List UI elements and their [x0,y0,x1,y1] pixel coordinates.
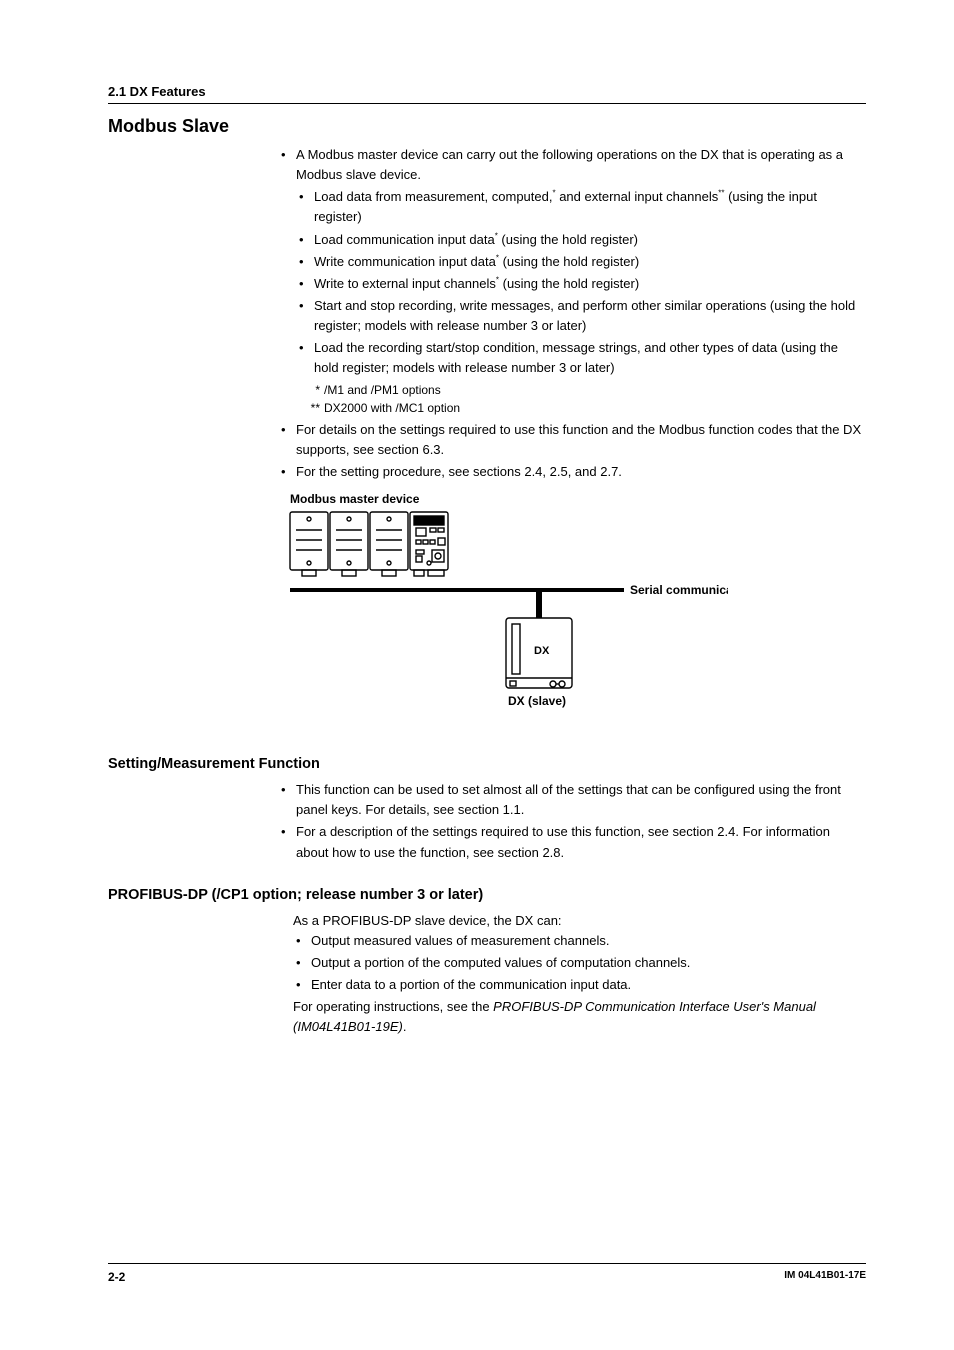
modbus-intro: A Modbus master device can carry out the… [278,145,866,418]
diagram-svg: Serial communication DX DX (slave) [288,510,728,735]
profibus-outro: For operating instructions, see the PROF… [293,997,866,1037]
doc-number: IM 04L41B01-17E [784,1270,866,1284]
heading-profibus: PROFIBUS-DP (/CP1 option; release number… [108,887,866,903]
serial-comm-label: Serial communication [630,583,728,597]
profibus-intro: As a PROFIBUS-DP slave device, the DX ca… [293,911,866,931]
profibus-list: Output measured values of measurement ch… [293,931,866,995]
header-block: 2.1 DX Features [108,84,866,104]
setting-item-1: This function can be used to set almost … [278,780,866,820]
modbus-top-list: A Modbus master device can carry out the… [278,145,866,482]
modbus-sub-1: Load data from measurement, computed,* a… [296,187,866,227]
profibus-item-1: Output measured values of measurement ch… [293,931,866,951]
setting-item-2: For a description of the settings requir… [278,822,866,862]
modbus-sub-3: Write communication input data* (using t… [296,252,866,272]
modbus-after-2: For the setting procedure, see sections … [278,462,866,482]
profibus-item-2: Output a portion of the computed values … [293,953,866,973]
heading-setting: Setting/Measurement Function [108,756,866,772]
modbus-footnotes: */M1 and /PM1 options **DX2000 with /MC1… [302,381,866,418]
modbus-after-1: For details on the settings required to … [278,420,866,460]
modbus-sub-list: Load data from measurement, computed,* a… [296,187,866,378]
diagram-master-label: Modbus master device [290,492,866,506]
header-rule [108,103,866,104]
dx-slave-label: DX (slave) [508,694,566,708]
modbus-sub-2: Load communication input data* (using th… [296,230,866,250]
modbus-sub-5: Start and stop recording, write messages… [296,296,866,336]
footnote-1: */M1 and /PM1 options [302,381,866,400]
modbus-content: A Modbus master device can carry out the… [278,145,866,482]
modbus-sub-6: Load the recording start/stop condition,… [296,338,866,378]
page: 2.1 DX Features Modbus Slave A Modbus ma… [0,0,954,1350]
footnote-2: **DX2000 with /MC1 option [302,399,866,418]
page-number: 2-2 [108,1270,125,1284]
modbus-intro-text: A Modbus master device can carry out the… [296,147,843,182]
footer-rule [108,1263,866,1264]
dx-box-label: DX [534,645,550,657]
setting-content: This function can be used to set almost … [278,780,866,863]
footer-row: 2-2 IM 04L41B01-17E [108,1270,866,1284]
footer: 2-2 IM 04L41B01-17E [108,1263,866,1284]
modbus-sub-4: Write to external input channels* (using… [296,274,866,294]
modbus-diagram: Modbus master device [288,492,866,740]
profibus-content: As a PROFIBUS-DP slave device, the DX ca… [293,911,866,1038]
heading-modbus-slave: Modbus Slave [108,116,866,137]
profibus-item-3: Enter data to a portion of the communica… [293,975,866,995]
setting-list: This function can be used to set almost … [278,780,866,863]
section-heading: 2.1 DX Features [108,84,866,99]
